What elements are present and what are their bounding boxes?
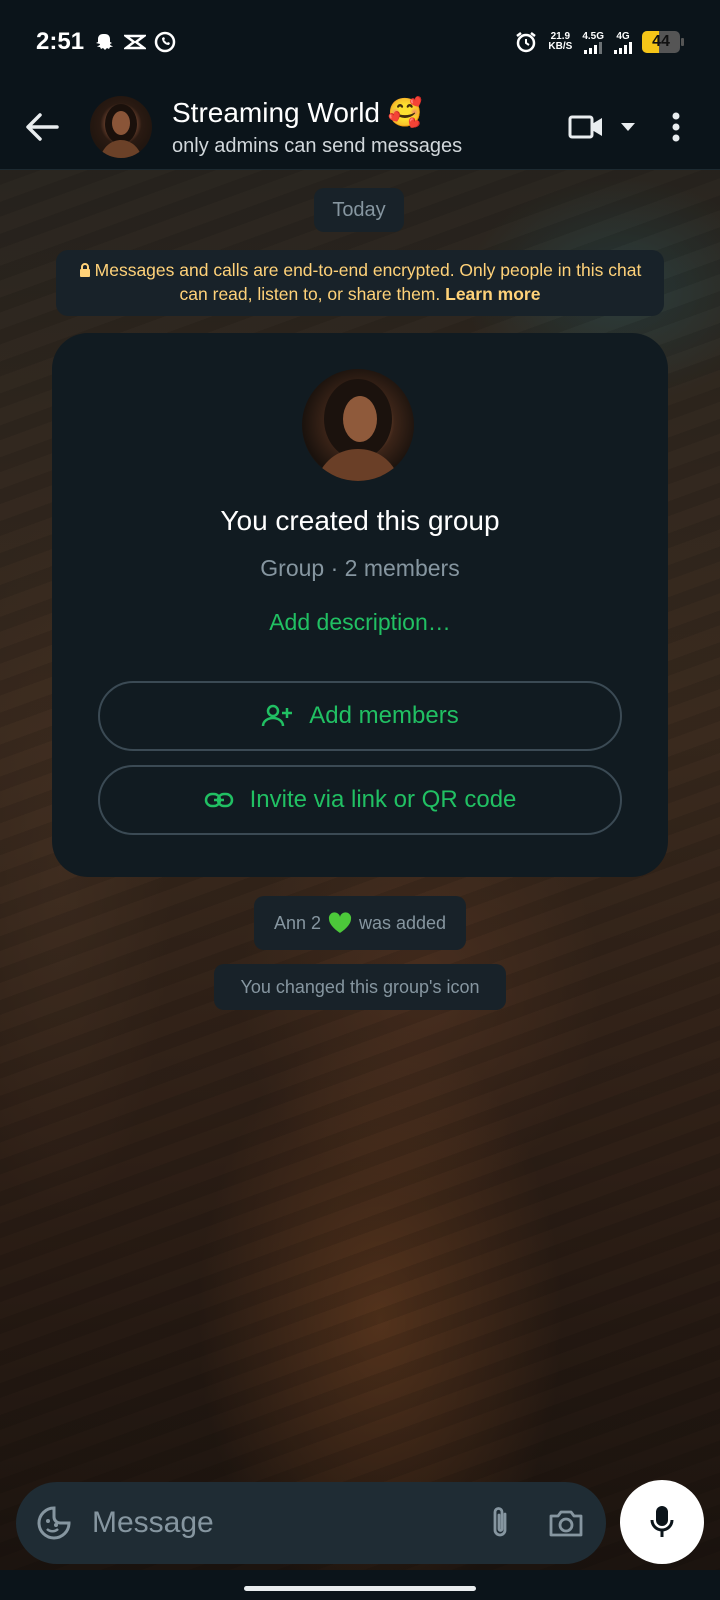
system-message-added: Ann 2 was added <box>254 896 466 950</box>
sticker-button[interactable] <box>32 1495 76 1551</box>
added-member-name: Ann 2 <box>273 912 321 933</box>
encryption-text: Messages and calls are end-to-end encryp… <box>94 260 642 304</box>
group-members-count: Group · 2 members <box>260 555 460 581</box>
add-members-label: Add members <box>309 702 459 729</box>
camera-icon <box>549 1510 583 1537</box>
header-actions <box>562 101 702 153</box>
arrow-left-icon <box>26 112 59 141</box>
more-options-button[interactable] <box>650 101 702 153</box>
message-input[interactable] <box>92 1506 478 1540</box>
invite-link-button[interactable]: Invite via link or QR code <box>98 765 622 835</box>
group-subtitle: only admins can send messages <box>172 134 463 157</box>
date-separator: Today <box>314 188 404 232</box>
learn-more-link[interactable]: Learn more <box>445 284 540 304</box>
battery-icon: 44 <box>642 31 684 53</box>
signal-4-5g: 4.5G <box>582 31 604 54</box>
back-button[interactable] <box>12 97 72 157</box>
snapchat-icon <box>94 31 116 53</box>
battery-level: 44 <box>652 33 670 50</box>
caret-down-icon <box>621 122 635 131</box>
system-message-icon-changed: You changed this group's icon <box>214 964 506 1010</box>
invite-label: Invite via link or QR code <box>249 786 517 813</box>
person-add-icon <box>262 704 293 727</box>
add-members-button[interactable]: Add members <box>98 681 622 751</box>
group-card-avatar[interactable] <box>302 369 414 481</box>
signal-bars-icon <box>614 41 632 54</box>
chat-header: Streaming World 🥰 only admins can send m… <box>0 84 720 170</box>
status-right-group: 21.9 KB/S 4.5G 4G 44 <box>514 30 684 54</box>
whatsapp-icon <box>154 31 176 53</box>
camera-button[interactable] <box>544 1495 588 1551</box>
lock-icon <box>79 263 90 277</box>
added-suffix: was added <box>358 912 447 933</box>
header-info[interactable]: Streaming World 🥰 only admins can send m… <box>172 96 462 158</box>
alarm-icon <box>516 32 537 53</box>
group-created-title: You created this group <box>220 505 500 536</box>
group-avatar[interactable] <box>90 95 152 158</box>
attach-button[interactable] <box>478 1495 522 1551</box>
navigation-bar <box>0 1570 720 1600</box>
sticker-icon <box>37 1506 71 1540</box>
group-created-card: You created this group Group · 2 members… <box>52 333 668 877</box>
add-description-link[interactable]: Add description… <box>52 609 668 636</box>
status-bar: 2:51 21.9 KB/S 4.5G 4G 44 <box>0 0 720 84</box>
capcut-icon <box>124 31 147 53</box>
video-call-button[interactable] <box>562 101 642 153</box>
microphone-icon <box>650 1506 674 1537</box>
more-vertical-icon <box>672 112 680 141</box>
video-camera-icon <box>568 115 602 138</box>
green-heart-icon <box>328 912 352 933</box>
notification-icons <box>94 31 176 53</box>
voice-message-button[interactable] <box>620 1480 704 1564</box>
group-name: Streaming World 🥰 <box>172 96 423 128</box>
network-speed: 21.9 KB/S <box>548 31 573 52</box>
encryption-notice[interactable]: Messages and calls are end-to-end encryp… <box>56 250 664 316</box>
signal-4g: 4G <box>614 31 632 54</box>
status-time: 2:51 <box>36 28 85 55</box>
home-gesture-handle[interactable] <box>244 1586 476 1591</box>
paperclip-icon <box>493 1507 507 1537</box>
message-composer <box>16 1482 606 1564</box>
link-icon <box>204 792 233 808</box>
signal-bars-icon <box>584 41 603 54</box>
